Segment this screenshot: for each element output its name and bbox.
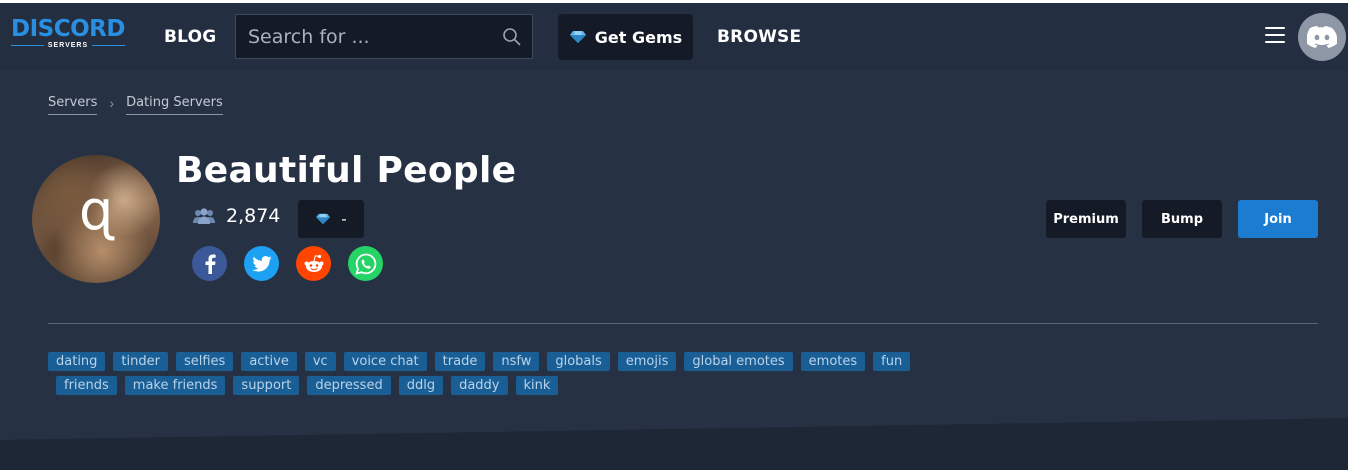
- tag-chip[interactable]: dating: [48, 352, 106, 371]
- search-input[interactable]: [236, 15, 496, 58]
- tag-chip[interactable]: global emotes: [684, 352, 793, 371]
- nav-blog-link[interactable]: BLOG: [164, 27, 216, 47]
- gem-icon: [569, 31, 586, 43]
- share-whatsapp-button[interactable]: [348, 246, 383, 281]
- tag-chip[interactable]: depressed: [307, 376, 391, 395]
- tag-chip[interactable]: nsfw: [493, 352, 540, 371]
- bump-button[interactable]: Bump: [1142, 200, 1222, 238]
- logo-rule-left: [11, 45, 44, 46]
- get-gems-label: Get Gems: [594, 27, 683, 47]
- tag-chip[interactable]: fun: [873, 352, 911, 371]
- nav-browse-link[interactable]: BROWSE: [717, 27, 801, 47]
- tag-chip[interactable]: vc: [304, 352, 336, 371]
- tag-chip[interactable]: voice chat: [343, 352, 427, 371]
- search-box: [235, 14, 533, 59]
- share-reddit-button[interactable]: [296, 246, 331, 281]
- chevron-right-icon: ›: [109, 95, 115, 111]
- server-gems-badge: -: [298, 200, 364, 238]
- facebook-icon: [205, 254, 216, 274]
- tag-row: friends make friends support depressed ddlg d…: [56, 376, 928, 395]
- tag-row: dating tinder selfies active vc voice chat tra…: [48, 352, 928, 371]
- member-count-value: 2,874: [226, 205, 281, 227]
- server-avatar: ɋ: [32, 155, 160, 283]
- tag-chip[interactable]: ddlg: [398, 376, 444, 395]
- server-title: Beautiful People: [176, 150, 517, 191]
- tag-chip[interactable]: daddy: [451, 376, 508, 395]
- logo-subtitle: SERVERS: [47, 42, 89, 49]
- tag-chip[interactable]: trade: [434, 352, 486, 371]
- breadcrumb-dating-servers[interactable]: Dating Servers: [126, 95, 223, 115]
- discord-icon: [1307, 26, 1337, 48]
- breadcrumb-servers[interactable]: Servers: [48, 95, 98, 115]
- site-logo[interactable]: DISCORD SERVERS: [11, 17, 125, 51]
- gem-icon: [316, 213, 331, 225]
- tag-chip[interactable]: support: [233, 376, 300, 395]
- tag-chip[interactable]: tinder: [113, 352, 168, 371]
- tag-chip[interactable]: emotes: [800, 352, 866, 371]
- search-icon[interactable]: [502, 27, 522, 47]
- premium-button[interactable]: Premium: [1046, 200, 1126, 238]
- logo-rule-right: [92, 45, 125, 46]
- share-twitter-button[interactable]: [244, 246, 279, 281]
- discord-login-avatar[interactable]: [1298, 13, 1346, 61]
- users-icon: [193, 208, 215, 224]
- tag-chip[interactable]: make friends: [124, 376, 226, 395]
- tag-chip[interactable]: emojis: [617, 352, 677, 371]
- tag-chip[interactable]: globals: [547, 352, 610, 371]
- navbar: DISCORD SERVERS BLOG Get Gems BROWSE: [0, 3, 1348, 70]
- logo-text: DISCORD: [11, 16, 125, 42]
- breadcrumb: Servers › Dating Servers: [48, 95, 223, 115]
- section-divider: [48, 323, 1318, 324]
- twitter-icon: [251, 255, 272, 272]
- tag-chip[interactable]: active: [241, 352, 297, 371]
- tag-chip[interactable]: kink: [515, 376, 559, 395]
- reddit-icon: [304, 254, 323, 272]
- logo-subtitle-row: SERVERS: [11, 42, 125, 49]
- tag-chip[interactable]: selfies: [175, 352, 234, 371]
- share-facebook-button[interactable]: [192, 246, 227, 281]
- footer-band: [0, 418, 1348, 470]
- tag-list: dating tinder selfies active vc voice chat tra…: [48, 352, 928, 400]
- get-gems-button[interactable]: Get Gems: [558, 14, 693, 60]
- server-avatar-glyph: ɋ: [79, 179, 114, 242]
- member-count: 2,874: [192, 205, 280, 227]
- tag-chip[interactable]: friends: [56, 376, 117, 395]
- whatsapp-icon: [354, 253, 376, 275]
- hamburger-menu-icon[interactable]: [1265, 27, 1285, 45]
- server-gems-value: -: [341, 210, 347, 228]
- join-button[interactable]: Join: [1238, 200, 1318, 238]
